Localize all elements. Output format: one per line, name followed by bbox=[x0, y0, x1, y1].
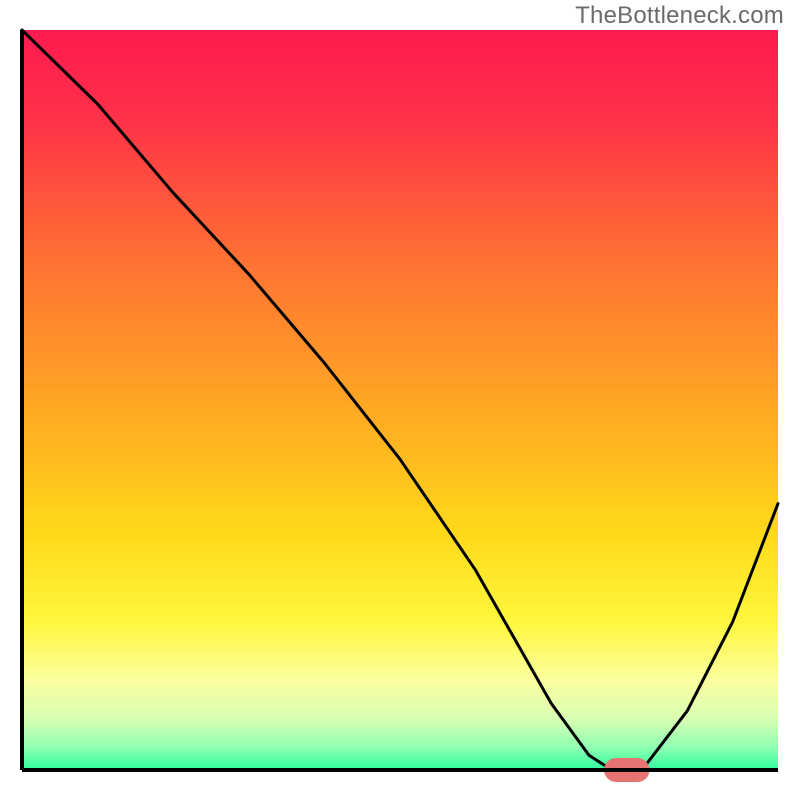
plot-area bbox=[22, 30, 778, 770]
chart-container: TheBottleneck.com bbox=[0, 0, 800, 800]
bottleneck-chart bbox=[0, 0, 800, 800]
